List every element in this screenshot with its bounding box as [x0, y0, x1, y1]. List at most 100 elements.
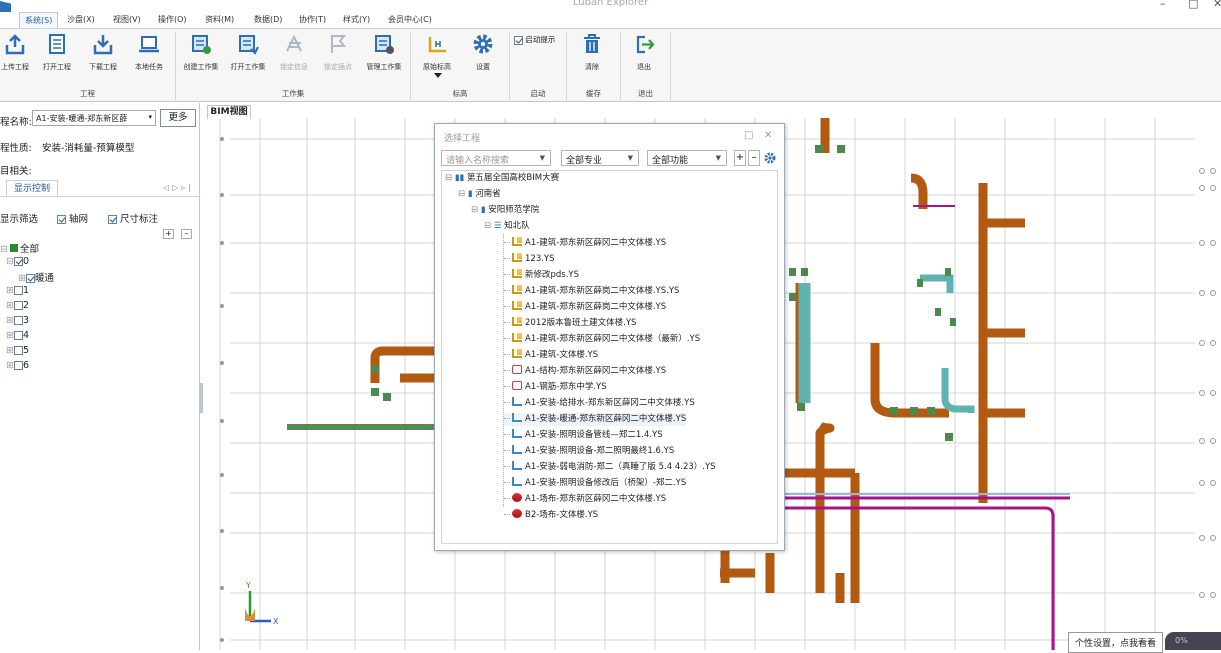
floor-5-checkbox[interactable] [13, 346, 23, 355]
project-file-item[interactable]: A1-安装-照明设备修改后（桥架）-郑二.YS [504, 477, 686, 490]
list-icon: ☰ [493, 221, 502, 231]
dialog-title: 选择工程 [444, 134, 481, 144]
specialty-select[interactable]: 全部专业 ▼ [561, 150, 639, 166]
menu-sandbox[interactable]: 沙盘(X) [67, 14, 95, 25]
tree-node-floor-4[interactable]: ⊞ 4 [6, 330, 29, 341]
project-file-item[interactable]: A1-安装-照明设备-郑二照明最终1.6.YS [504, 445, 674, 458]
collapse-tree-button[interactable]: – [748, 150, 760, 166]
project-file-item[interactable]: B2-场布-文体楼.YS [504, 509, 598, 522]
install-file-icon [512, 445, 522, 454]
project-name-select[interactable]: A1-安装-暖通-郑东新区薛 ▾ [32, 110, 156, 126]
exit-button[interactable]: 退出 [630, 33, 658, 72]
download-project-button[interactable]: 下载工程 [86, 33, 120, 72]
clear-cache-button[interactable]: 清除 [578, 33, 606, 72]
tree-node-floor-6[interactable]: ⊞ 6 [6, 360, 29, 371]
tree-node-competition[interactable]: ⊟ ▮▮ 第五届全国高校BIM大赛 [445, 172, 559, 185]
auto-hint-checkbox[interactable] [514, 35, 523, 45]
tree-node-school[interactable]: ⊟ ▮ 安阳师范学院 [471, 204, 539, 217]
auto-hint-toggle[interactable]: 启动提示 [514, 34, 555, 45]
tab-display-control[interactable]: 显示控制 [6, 180, 58, 197]
floor-2-checkbox[interactable] [13, 301, 23, 310]
dropdown-arrow-icon: ▾ [148, 113, 152, 121]
tree-node-province[interactable]: ⊟ ▮ 河南省 [458, 188, 501, 201]
project-file-item[interactable]: A1-建筑-郑东新区薛岗二中文体楼.YS.YS [504, 285, 679, 298]
axis-grid-checkbox[interactable] [57, 215, 66, 224]
collapse-all-button[interactable]: – [181, 229, 192, 239]
panel-splitter[interactable] [200, 383, 203, 413]
function-select[interactable]: 全部功能 ▼ [647, 150, 727, 166]
bar-chart-icon: ▮ [467, 189, 473, 199]
project-file-item[interactable]: A1-安装-给排水-郑东新区薛冈二中文体楼.YS [504, 397, 695, 410]
folder-file-icon [512, 317, 522, 326]
project-file-item[interactable]: A1-建筑-郑东新区薛冈二中文体楼（最新）.YS [504, 333, 700, 346]
project-file-item[interactable]: A1-钢筋-郑东中学.YS [504, 381, 607, 394]
project-file-item[interactable]: A1-建筑-郑东新区薛冈二中文体楼.YS [504, 237, 666, 250]
chevron-down-icon[interactable] [434, 73, 442, 78]
project-file-item[interactable]: A1-建筑-文体楼.YS [504, 349, 598, 362]
project-file-item[interactable]: A1-建筑-郑东新区薛岗二中文体楼.YS [504, 301, 666, 314]
create-workset-button[interactable]: 创建工作集 [180, 33, 222, 72]
expand-all-button[interactable]: + [163, 229, 174, 239]
panel-nav-arrows-icon[interactable]: ◁▷▹| [163, 183, 194, 192]
floor-6-checkbox[interactable] [13, 361, 23, 370]
project-file-item[interactable]: 新修改pds.YS [504, 269, 579, 282]
project-file-item[interactable]: A1-结构-郑东新区薛冈二中文体楼.YS [504, 365, 666, 378]
lock-point-button[interactable]: 锁定插点 [320, 33, 356, 72]
dimension-toggle[interactable]: 尺寸标注 [108, 211, 158, 225]
tree-node-team[interactable]: ⊟ ☰ 知北队 [484, 220, 530, 233]
project-file-item[interactable]: A1-安装-暖通-郑东新区薛冈二中文体楼.YS [504, 413, 687, 426]
menu-style[interactable]: 样式(Y) [343, 14, 370, 25]
floor-0-checkbox[interactable] [13, 257, 23, 266]
tab-bim-view[interactable]: BIM视图 [207, 105, 251, 119]
gear-icon[interactable] [764, 152, 776, 164]
tree-node-floor-1[interactable]: ⊞ 1 [6, 285, 29, 296]
expand-tree-button[interactable]: + [734, 150, 746, 166]
tree-node-floor-2[interactable]: ⊞ 2 [6, 300, 29, 311]
upload-project-button[interactable]: 上传工程 [0, 33, 30, 72]
project-name-label: 程名称: [0, 117, 32, 128]
minimize-button[interactable]: – [1160, 0, 1166, 10]
partial-check-icon[interactable] [9, 244, 18, 252]
open-project-button[interactable]: 打开工程 [40, 33, 74, 72]
project-file-item[interactable]: A1-安装-弱电消防-郑二（真睡了版 5.4 4.23）.YS [504, 461, 716, 474]
maximize-button[interactable]: □ [1188, 0, 1198, 10]
menu-material[interactable]: 资料(M) [205, 14, 234, 25]
tree-node-floor-3[interactable]: ⊞ 3 [6, 315, 29, 326]
dropdown-arrow-icon: ▼ [627, 154, 633, 162]
menu-operate[interactable]: 操作(O) [158, 14, 187, 25]
original-elevation-button[interactable]: 原始标高 [419, 33, 455, 72]
dimension-checkbox[interactable] [108, 215, 117, 224]
hvac-checkbox[interactable] [25, 274, 35, 283]
local-task-button[interactable]: 本地任务 [132, 33, 166, 72]
tree-node-all[interactable]: ⊟ 全部 [0, 241, 39, 255]
floor-1-checkbox[interactable] [13, 286, 23, 295]
project-file-item[interactable]: A1-场布-郑东新区薛冈二中文体楼.YS [504, 493, 666, 506]
tree-node-floor-5[interactable]: ⊞ 5 [6, 345, 29, 356]
tree-node-hvac[interactable]: ⊞ 暖通 [18, 270, 54, 284]
dialog-maximize-button[interactable]: □ [744, 130, 753, 141]
floor-4-checkbox[interactable] [13, 331, 23, 340]
project-search-input[interactable]: 请输入名称搜索 ▼ [441, 150, 551, 166]
project-file-item[interactable]: 123.YS [504, 253, 555, 266]
project-file-item[interactable]: 2012版本鲁班土建文体楼.YS [504, 317, 636, 330]
manage-workset-button[interactable]: 管理工作集 [363, 33, 405, 72]
menu-view[interactable]: 视图(V) [113, 14, 141, 25]
menu-collab[interactable]: 协作(T) [299, 14, 326, 25]
menu-data[interactable]: 数据(D) [254, 14, 282, 25]
axis-grid-toggle[interactable]: 轴网 [57, 211, 88, 225]
menu-system[interactable]: 系统(S) [19, 12, 59, 28]
project-type-label: 程性质: [0, 143, 32, 154]
menu-member[interactable]: 会员中心(C) [388, 14, 432, 25]
bar-chart-icon: ▮ [480, 205, 486, 215]
tree-node-floor-0[interactable]: ⊟ 0 [6, 256, 29, 267]
settings-button[interactable]: 设置 [470, 33, 496, 72]
close-button[interactable]: ✕ [1213, 0, 1221, 10]
document-icon [49, 34, 65, 54]
lock-info-button[interactable]: 锁定信息 [276, 33, 312, 72]
more-button[interactable]: 更多 [160, 109, 196, 127]
project-file-item[interactable]: A1-安装-照明设备管线—郑二1.4.YS [504, 429, 663, 442]
floor-3-checkbox[interactable] [13, 316, 23, 325]
open-workset-button[interactable]: 打开工作集 [227, 33, 269, 72]
dialog-close-button[interactable]: ✕ [764, 130, 772, 141]
related-label: 目相关: [0, 166, 32, 177]
